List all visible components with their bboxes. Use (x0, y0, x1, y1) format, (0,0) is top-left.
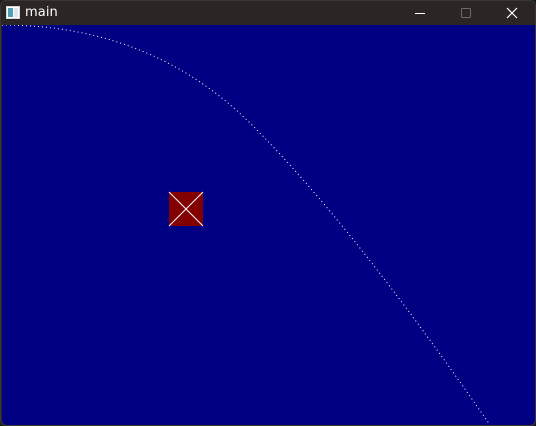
scene (2, 25, 491, 425)
maximize-button[interactable] (443, 1, 489, 25)
close-button[interactable] (489, 1, 535, 25)
dotted-trajectory-curve (2, 25, 491, 425)
app-icon (6, 6, 20, 19)
title-bar[interactable]: main (1, 1, 535, 25)
window-title: main (25, 5, 58, 20)
minimize-button[interactable] (397, 1, 443, 25)
maximize-icon (461, 8, 471, 18)
minimize-icon (415, 13, 425, 14)
render-canvas[interactable] (2, 25, 535, 425)
box-object (168, 191, 204, 227)
app-window: main (0, 0, 536, 426)
close-icon (506, 7, 518, 19)
